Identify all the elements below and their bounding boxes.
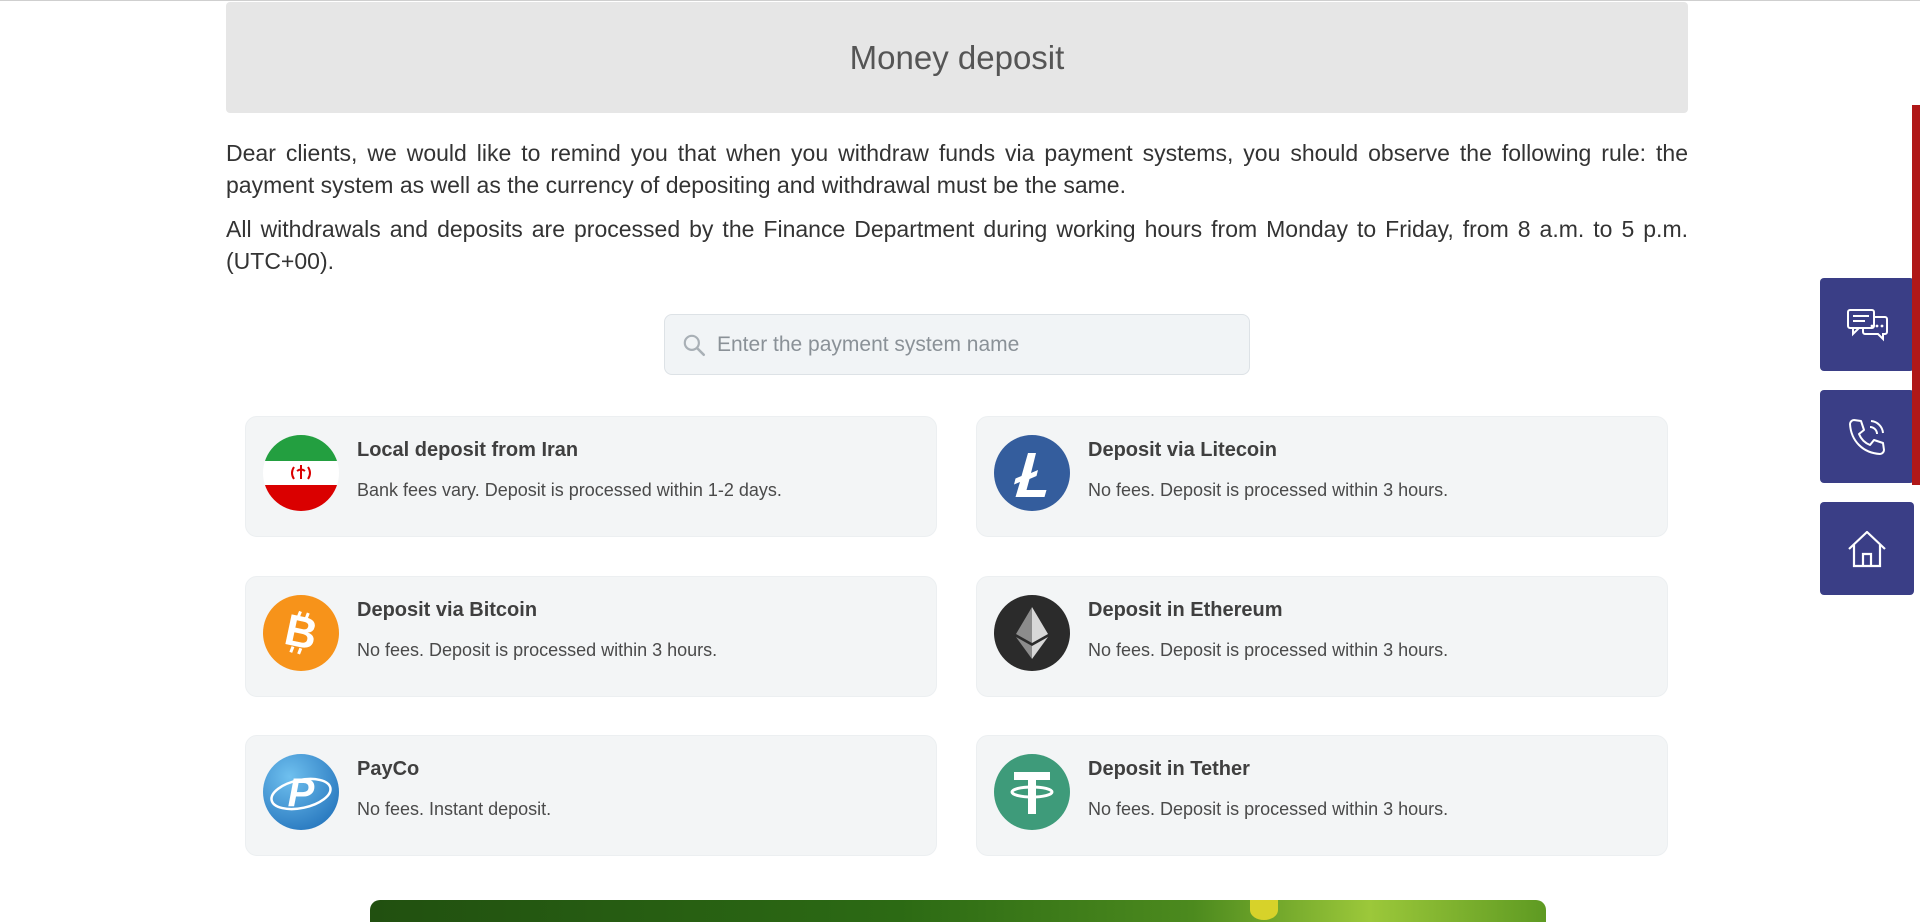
svg-text:P: P (288, 771, 315, 815)
search-box[interactable] (664, 314, 1250, 375)
ethereum-icon (994, 595, 1070, 671)
bitcoin-icon: B (263, 595, 339, 671)
search-input[interactable] (717, 332, 1237, 357)
promo-banner[interactable] (370, 900, 1546, 922)
chat-button[interactable] (1820, 278, 1914, 371)
home-button[interactable] (1820, 502, 1914, 595)
payment-card-description: No fees. Instant deposit. (357, 799, 552, 819)
payment-card-description: Bank fees vary. Deposit is processed wit… (357, 480, 782, 500)
payment-card-title: PayCo (357, 758, 420, 780)
payment-card-iran[interactable]: Local deposit from Iran Bank fees vary. … (245, 416, 937, 537)
payment-card-description: No fees. Deposit is processed within 3 h… (357, 640, 718, 660)
payment-card-description: No fees. Deposit is processed within 3 h… (1088, 640, 1449, 660)
payment-card-title: Deposit via Litecoin (1088, 439, 1277, 461)
banner-leaf-graphic (1250, 900, 1278, 920)
page-header: Money deposit (226, 2, 1688, 113)
payment-card-litecoin[interactable]: Deposit via Litecoin No fees. Deposit is… (976, 416, 1668, 537)
payment-card-title: Local deposit from Iran (357, 439, 579, 461)
scrollbar-accent[interactable] (1912, 105, 1920, 485)
payment-card-payco[interactable]: P PayCo No fees. Instant deposit. (245, 735, 937, 856)
phone-icon (1849, 418, 1885, 455)
payment-card-bitcoin[interactable]: B Deposit via Bitcoin No fees. Deposit i… (245, 576, 937, 697)
iran-flag-icon (263, 435, 339, 511)
top-divider (0, 0, 1920, 1)
call-button[interactable] (1820, 390, 1914, 483)
payco-icon: P (263, 754, 339, 830)
tether-icon (994, 754, 1070, 830)
payment-card-title: Deposit via Bitcoin (357, 599, 538, 621)
notice-paragraph-hours: All withdrawals and deposits are process… (226, 216, 1688, 274)
payment-card-ethereum[interactable]: Deposit in Ethereum No fees. Deposit is … (976, 576, 1668, 697)
page-title: Money deposit (849, 38, 1065, 76)
search-icon (683, 334, 706, 356)
payment-card-title: Deposit in Tether (1088, 758, 1250, 780)
litecoin-icon (994, 435, 1070, 511)
payment-card-description: No fees. Deposit is processed within 3 h… (1088, 480, 1449, 500)
payment-card-description: No fees. Deposit is processed within 3 h… (1088, 799, 1449, 819)
notice-paragraph-rule: Dear clients, we would like to remind yo… (226, 140, 1688, 198)
payment-card-title: Deposit in Ethereum (1088, 599, 1283, 621)
payment-card-tether[interactable]: Deposit in Tether No fees. Deposit is pr… (976, 735, 1668, 856)
chat-icon (1847, 308, 1888, 341)
page: Money deposit Dear clients, we would lik… (0, 0, 1920, 922)
home-icon (1848, 530, 1886, 567)
